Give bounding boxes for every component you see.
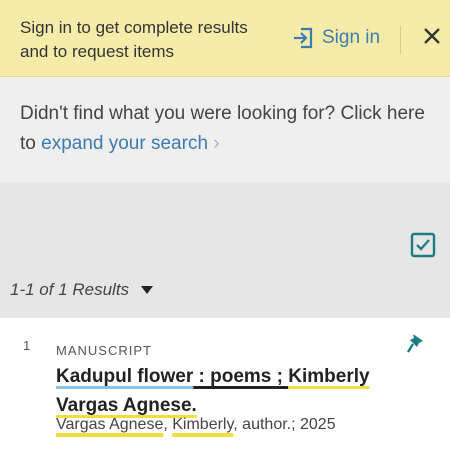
results-count-dropdown[interactable]: 1-1 of 1 Results <box>10 280 154 300</box>
banner-message: Sign in to get complete results and to r… <box>20 18 248 61</box>
expand-search-link[interactable]: expand your search <box>41 133 208 154</box>
sign-in-icon <box>294 27 313 49</box>
author-rest: , author.; 2025 <box>233 416 336 433</box>
result-number: 1 <box>23 338 31 353</box>
author-name2: Kimberly <box>172 416 234 433</box>
author-name1: Vargas Agnese <box>56 416 164 433</box>
results-count-text: 1-1 of 1 Results <box>10 280 130 299</box>
select-all-button[interactable] <box>410 232 436 263</box>
chevron-right-icon: › <box>213 133 220 154</box>
pin-icon <box>406 334 423 353</box>
close-banner-button[interactable] <box>422 26 442 51</box>
caret-down-icon <box>141 286 154 294</box>
checkbox-icon <box>410 232 436 258</box>
sign-in-banner: Sign in to get complete results and to r… <box>0 0 450 77</box>
author-comma: , <box>163 416 173 433</box>
record-title-link[interactable]: Kadupul flower : poems ; Kimberly Vargas… <box>56 362 431 420</box>
sign-in-label: Sign in <box>322 27 381 48</box>
record-author: Vargas Agnese, Kimberly, author.; 2025 <box>56 416 336 434</box>
pin-button[interactable] <box>406 332 426 359</box>
title-separator: : poems ; <box>193 366 289 387</box>
sign-in-button[interactable]: Sign in <box>292 26 380 50</box>
close-icon <box>424 28 440 44</box>
title-part1: Kadupul flower <box>56 366 194 387</box>
expand-search-panel: Didn't find what you were looking for? C… <box>0 77 450 182</box>
resource-type: MANUSCRIPT <box>56 343 152 358</box>
banner-divider <box>400 26 401 54</box>
result-card: 1 MANUSCRIPT Kadupul flower : poems ; Ki… <box>0 318 450 450</box>
